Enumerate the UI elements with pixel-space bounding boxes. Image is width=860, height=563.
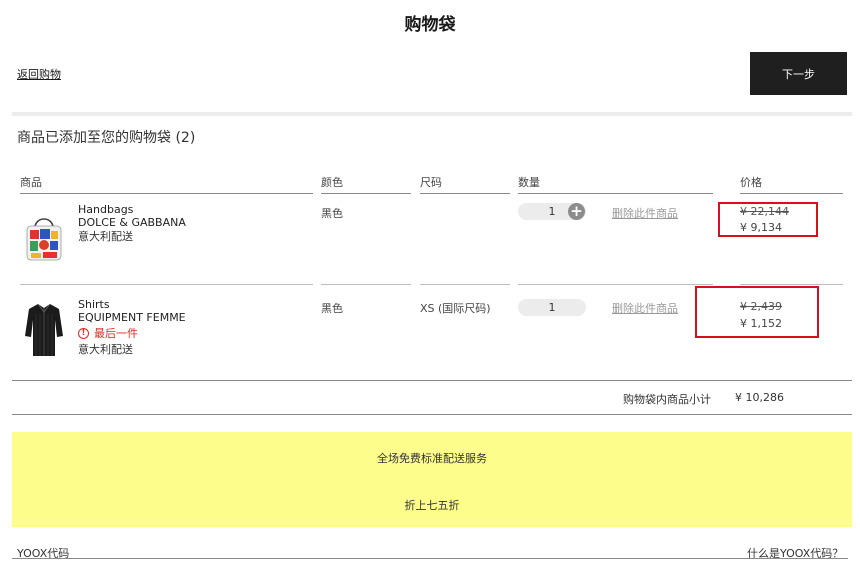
item-1-shipping: 意大利配送 <box>78 230 133 243</box>
column-header-size: 尺码 <box>420 174 510 194</box>
subtotal-bottom-divider <box>12 414 852 415</box>
item-1-remove-link[interactable]: 删除此件商品 <box>612 205 678 221</box>
subtotal-value: ¥ 10,286 <box>735 391 784 404</box>
column-header-color: 颜色 <box>321 174 411 194</box>
next-step-button[interactable]: 下一步 <box>750 52 847 95</box>
item-2-sale-price: ¥ 1,152 <box>740 317 782 330</box>
item-1-category: Handbags <box>78 203 134 216</box>
added-to-bag-message: 商品已添加至您的购物袋 (2) <box>17 130 196 146</box>
row-1-divider-price <box>740 284 843 285</box>
item-2-category: Shirts <box>78 298 110 311</box>
row-1-divider-product <box>20 284 313 285</box>
subtotal-label: 购物袋内商品小计 <box>623 393 711 406</box>
column-header-price: 价格 <box>740 174 843 194</box>
item-2-last-one-text: 最后一件 <box>94 327 138 340</box>
page-title: 购物袋 <box>404 15 456 35</box>
item-2-quantity-value: 1 <box>548 301 556 314</box>
back-to-shopping-link[interactable]: 返回购物 <box>17 66 61 82</box>
promo-banner: 全场免费标准配送服务 折上七五折 <box>12 432 852 527</box>
row-1-divider-quantity <box>518 284 713 285</box>
subtotal-top-divider <box>12 380 852 381</box>
shirt-thumbnail-icon[interactable] <box>24 300 64 358</box>
yoox-code-divider <box>12 558 848 559</box>
item-1-original-price: ¥ 22,144 <box>740 205 789 218</box>
column-header-quantity: 数量 <box>518 174 713 194</box>
promo-discount: 折上七五折 <box>404 499 460 512</box>
handbag-thumbnail-icon[interactable] <box>24 206 64 264</box>
item-2-quantity-field[interactable]: 1 <box>518 299 586 316</box>
item-2-size: XS (国际尺码) <box>420 302 491 315</box>
header-divider <box>12 112 852 116</box>
item-2-stock-note: ! 最后一件 <box>78 327 138 340</box>
item-2-brand: EQUIPMENT FEMME <box>78 311 186 324</box>
item-1-quantity-value: 1 <box>548 205 556 218</box>
item-2-original-price: ¥ 2,439 <box>740 300 782 313</box>
item-1-color: 黑色 <box>321 207 343 220</box>
item-1-plus-icon[interactable]: + <box>568 203 585 220</box>
warning-icon: ! <box>78 328 89 339</box>
row-1-divider-size <box>420 284 510 285</box>
item-1-sale-price: ¥ 9,134 <box>740 221 782 234</box>
column-header-product: 商品 <box>20 174 313 194</box>
item-1-brand: DOLCE & GABBANA <box>78 216 186 229</box>
item-2-remove-link[interactable]: 删除此件商品 <box>612 300 678 316</box>
promo-free-shipping: 全场免费标准配送服务 <box>377 452 487 465</box>
row-1-divider-color <box>321 284 411 285</box>
item-2-shipping: 意大利配送 <box>78 343 133 356</box>
item-2-color: 黑色 <box>321 302 343 315</box>
